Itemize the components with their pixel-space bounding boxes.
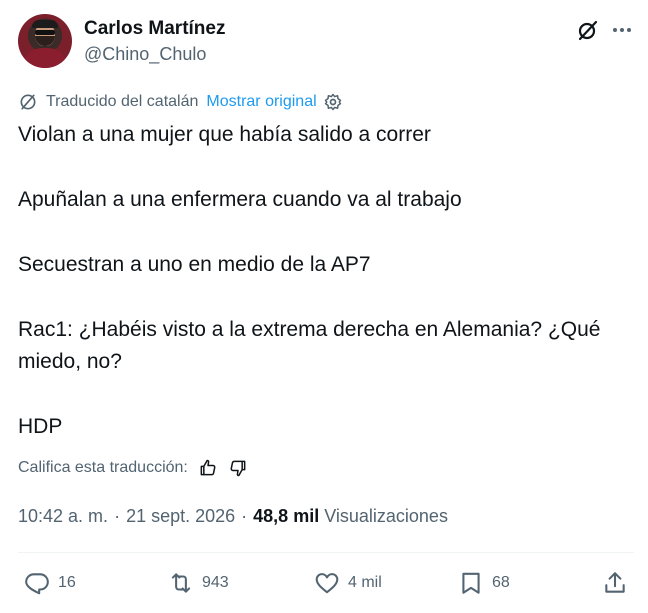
- tweet-time[interactable]: 10:42 a. m.: [18, 506, 108, 527]
- like-count: 4 mil: [348, 574, 382, 591]
- translate-icon: [20, 94, 36, 110]
- author-handle[interactable]: @Chino_Chulo: [84, 44, 206, 65]
- tweet-paragraph: Rac1: ¿Habéis visto a la extrema derecha…: [18, 318, 601, 373]
- tweet-text: Violan a una mujer que había salido a co…: [18, 119, 634, 443]
- avatar[interactable]: [18, 14, 72, 68]
- bookmark-button[interactable]: 68: [458, 570, 510, 596]
- tweet-paragraph: Apuñalan a una enfermera cuando va al tr…: [18, 188, 462, 211]
- tweet-meta: 10:42 a. m. · 21 sept. 2026 · 48,8 mil V…: [18, 506, 448, 527]
- gear-icon[interactable]: [323, 92, 343, 112]
- separator-dot: ·: [241, 506, 248, 526]
- thumbs-up-icon[interactable]: [198, 458, 218, 478]
- bookmark-icon: [462, 572, 480, 594]
- grok-icon[interactable]: [576, 18, 600, 42]
- tweet-header: Carlos Martínez @Chino_Chulo: [18, 14, 634, 70]
- translated-label: Traducido del catalán: [46, 93, 199, 110]
- tweet-date[interactable]: 21 sept. 2026: [126, 506, 235, 527]
- reply-button[interactable]: 16: [24, 570, 76, 596]
- separator-dot: ·: [114, 506, 121, 526]
- bookmark-count: 68: [492, 574, 510, 591]
- author-name[interactable]: Carlos Martínez: [84, 18, 225, 40]
- translation-bar: Traducido del catalán Mostrar original: [18, 91, 343, 113]
- repost-button[interactable]: 943: [168, 570, 229, 596]
- divider: [18, 552, 634, 553]
- like-icon: [315, 573, 339, 594]
- thumbs-down-icon[interactable]: [228, 458, 248, 478]
- rate-translation: Califica esta traducción:: [18, 456, 248, 480]
- reply-count: 16: [58, 574, 76, 591]
- tweet-paragraph: HDP: [18, 415, 63, 438]
- views-count: 48,8 mil: [253, 506, 320, 526]
- repost-count: 943: [202, 574, 229, 591]
- reply-icon: [25, 573, 49, 595]
- action-bar: 16 943 4 mil 68: [18, 566, 634, 602]
- repost-icon: [171, 573, 191, 593]
- share-icon: [605, 572, 625, 593]
- show-original-link[interactable]: Mostrar original: [206, 93, 316, 111]
- tweet-paragraph: Secuestran a uno en medio de la AP7: [18, 253, 371, 276]
- more-icon[interactable]: [610, 18, 634, 42]
- like-button[interactable]: 4 mil: [314, 570, 382, 596]
- rate-translation-label: Califica esta traducción:: [18, 459, 188, 476]
- tweet-paragraph: Violan a una mujer que había salido a co…: [18, 123, 431, 146]
- share-button[interactable]: [602, 570, 628, 596]
- views-label: Visualizaciones: [324, 506, 448, 526]
